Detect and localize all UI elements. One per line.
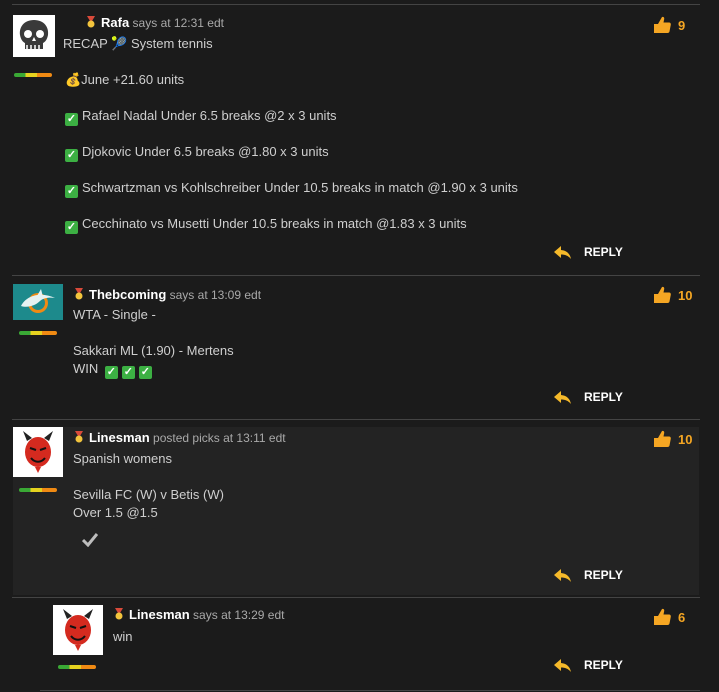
check-icon: ✓ — [65, 113, 78, 126]
thumbs-up-icon — [652, 285, 672, 305]
dolphin-avatar-image — [13, 284, 63, 320]
rank-bar — [58, 665, 96, 669]
comment-line: WTA - Single - — [73, 307, 156, 322]
reply-label: REPLY — [584, 390, 623, 404]
reply-arrow-icon — [554, 391, 572, 405]
comment-line: 💰June +21.60 units — [65, 72, 185, 87]
comment-line: ✓ Cecchinato vs Musetti Under 10.5 breaks… — [65, 216, 467, 234]
skull-avatar-image — [13, 15, 55, 57]
comment-thebcoming: Thebcoming says at 13:09 edt 10 WTA - Si… — [0, 275, 719, 419]
comment-rafa: Rafa says at 12:31 edt 9 RECAP 🎾 System … — [0, 0, 719, 275]
medal-icon — [73, 431, 85, 443]
devil-avatar-image — [53, 605, 103, 655]
comment-time: at 12:31 edt — [160, 16, 224, 30]
check-icon: ✓ — [121, 366, 135, 379]
comment-line: RECAP 🎾 System tennis — [63, 36, 213, 51]
says-label: says — [132, 16, 158, 30]
says-label: posted picks — [153, 431, 220, 445]
reply-arrow-icon — [554, 659, 572, 673]
pick-text: Djokovic Under 6.5 breaks @1.80 x 3 unit… — [82, 144, 329, 159]
rank-bar — [19, 488, 57, 492]
comment-line: Sakkari ML (1.90) - Mertens — [73, 343, 234, 358]
check-icon: ✓ — [65, 149, 78, 162]
comment-header: Rafa says at 12:31 edt — [85, 15, 224, 30]
username[interactable]: Rafa — [101, 15, 129, 30]
username[interactable]: Thebcoming — [89, 287, 166, 302]
comment-time: at 13:11 edt — [223, 431, 286, 445]
comment-linesman-picks: Linesman posted picks at 13:11 edt 10 Sp… — [0, 419, 719, 597]
thumbs-up-icon — [652, 429, 672, 449]
rank-bar — [19, 331, 57, 335]
check-icon: ✓ — [65, 185, 78, 198]
reply-label: REPLY — [584, 568, 623, 582]
like-count: 10 — [678, 288, 693, 303]
says-label: says — [169, 288, 195, 302]
username[interactable]: Linesman — [129, 607, 190, 622]
avatar[interactable] — [13, 15, 55, 57]
like-button[interactable]: 6 — [652, 607, 685, 627]
comment-separator — [40, 690, 700, 691]
comment-separator — [12, 419, 700, 420]
reply-button[interactable]: REPLY — [554, 245, 623, 260]
result-text: WIN — [73, 361, 99, 376]
comment-line: WIN ✓ ✓ ✓ — [73, 361, 156, 379]
medal-icon — [73, 288, 85, 300]
like-count: 9 — [678, 18, 686, 33]
devil-avatar-image — [13, 427, 63, 477]
thumbs-up-icon — [652, 607, 672, 627]
comment-header: Linesman says at 13:29 edt — [113, 607, 284, 622]
comment-line: Spanish womens — [73, 451, 172, 466]
reply-label: REPLY — [584, 658, 623, 672]
avatar[interactable] — [53, 605, 103, 655]
reply-arrow-icon — [554, 569, 572, 583]
pick-text: Schwartzman vs Kohlschreiber Under 10.5 … — [82, 180, 518, 195]
comment-time: at 13:09 edt — [197, 288, 262, 302]
comment-line: ✓ Rafael Nadal Under 6.5 breaks @2 x 3 un… — [65, 108, 337, 126]
reply-button[interactable]: REPLY — [554, 658, 623, 673]
medal-icon — [85, 16, 97, 28]
comment-line: Over 1.5 @1.5 — [73, 505, 158, 520]
says-label: says — [193, 608, 218, 622]
comment-line: ✓ Djokovic Under 6.5 breaks @1.80 x 3 uni… — [65, 144, 329, 162]
comment-header: Thebcoming says at 13:09 edt — [73, 287, 261, 302]
comment-separator — [12, 275, 700, 276]
comment-separator — [12, 597, 700, 598]
comment-separator — [12, 4, 700, 5]
rank-bar — [14, 73, 52, 77]
comment-header: Linesman posted picks at 13:11 edt — [73, 430, 286, 445]
reply-arrow-icon — [554, 246, 572, 260]
avatar[interactable] — [13, 427, 63, 477]
check-icon: ✓ — [104, 366, 118, 379]
check-icon — [81, 533, 99, 550]
reply-button[interactable]: REPLY — [554, 568, 623, 583]
comment-linesman-reply: Linesman says at 13:29 edt 6 win REPLY — [0, 597, 719, 692]
like-count: 6 — [678, 610, 686, 625]
comment-line: win — [113, 629, 133, 644]
pick-text: Rafael Nadal Under 6.5 breaks @2 x 3 uni… — [82, 108, 337, 123]
reply-label: REPLY — [584, 245, 623, 259]
reply-button[interactable]: REPLY — [554, 390, 623, 405]
like-button[interactable]: 10 — [652, 429, 692, 449]
like-button[interactable]: 10 — [652, 285, 692, 305]
comment-line: ✓ Schwartzman vs Kohlschreiber Under 10.5… — [65, 180, 518, 198]
medal-icon — [113, 608, 125, 620]
check-icon: ✓ — [65, 221, 78, 234]
thumbs-up-icon — [652, 15, 672, 35]
like-button[interactable]: 9 — [652, 15, 685, 35]
check-icon: ✓ — [138, 366, 152, 379]
like-count: 10 — [678, 432, 693, 447]
avatar[interactable] — [13, 284, 63, 320]
pick-text: Cecchinato vs Musetti Under 10.5 breaks … — [82, 216, 467, 231]
comment-line: Sevilla FC (W) v Betis (W) — [73, 487, 224, 502]
comment-time: at 13:29 edt — [221, 608, 285, 622]
username[interactable]: Linesman — [89, 430, 150, 445]
